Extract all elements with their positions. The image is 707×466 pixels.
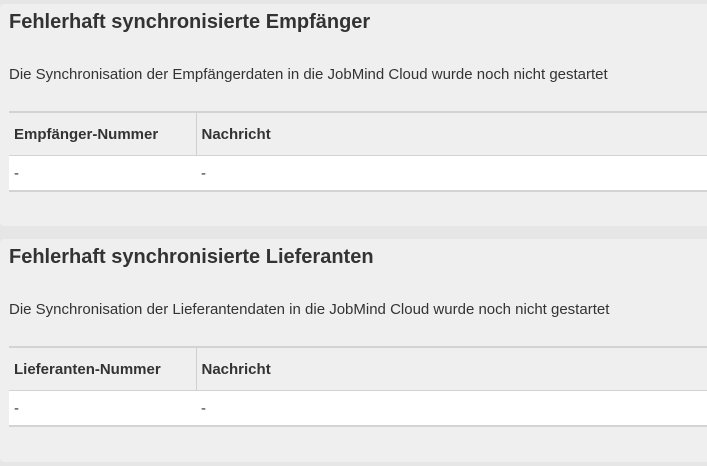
recipients-sync-panel: Fehlerhaft synchronisierte Empfänger Die… — [0, 4, 707, 226]
panel-title: Fehlerhaft synchronisierte Lieferanten — [9, 246, 374, 268]
table-row[interactable]: - - — [9, 155, 707, 192]
recipients-error-table: Empfänger-Nummer Nachricht - - — [9, 111, 707, 192]
table-row[interactable]: - - — [9, 390, 707, 427]
table-header-row: Lieferanten-Nummer Nachricht — [9, 346, 707, 391]
panel-description: Die Synchronisation der Empfängerdaten i… — [9, 66, 608, 83]
column-header-message[interactable]: Nachricht — [196, 346, 707, 391]
cell-message: - — [196, 155, 707, 192]
column-header-recipient-number[interactable]: Empfänger-Nummer — [9, 111, 197, 156]
panel-title: Fehlerhaft synchronisierte Empfänger — [9, 11, 371, 33]
cell-supplier-number: - — [9, 390, 196, 427]
suppliers-error-table: Lieferanten-Nummer Nachricht - - — [9, 346, 707, 427]
cell-message: - — [196, 390, 707, 427]
column-header-message[interactable]: Nachricht — [196, 111, 707, 156]
column-header-supplier-number[interactable]: Lieferanten-Nummer — [9, 346, 197, 391]
table-header-row: Empfänger-Nummer Nachricht — [9, 111, 707, 156]
suppliers-sync-panel: Fehlerhaft synchronisierte Lieferanten D… — [0, 239, 707, 462]
panel-description: Die Synchronisation der Lieferantendaten… — [9, 301, 610, 318]
cell-recipient-number: - — [9, 155, 196, 192]
